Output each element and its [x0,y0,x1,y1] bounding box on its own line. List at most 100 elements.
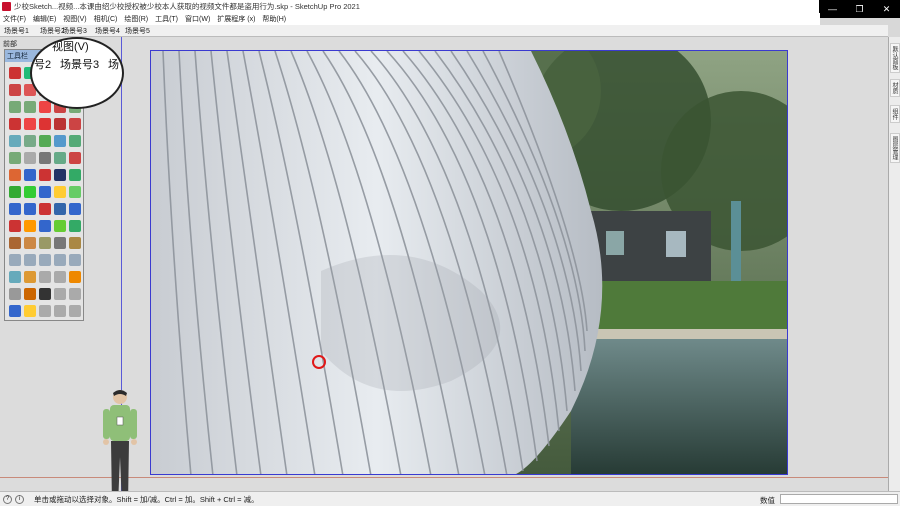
tool-button-icon[interactable] [24,305,36,317]
scale-figure-person [98,387,142,506]
tray-tab-layers[interactable]: 图层管理 [890,133,900,163]
tool-button-icon[interactable] [24,135,36,147]
scene-tabs-bar: 场景号1 场景号2 场景号3 场景号4 场景号5 [0,25,888,37]
tool-button-icon[interactable] [54,271,66,283]
tool-button-icon[interactable] [24,118,36,130]
tool-button-icon[interactable] [9,101,21,113]
scene-tab-3[interactable]: 场景号3 [62,26,87,36]
tray-tab-components[interactable]: 组件 [890,105,900,123]
tool-button-icon[interactable] [39,288,51,300]
magnifier-scene-3: 场景号3 [60,59,100,71]
tool-button-icon[interactable] [39,118,51,130]
tool-button-icon[interactable] [9,220,21,232]
menu-extensions[interactable]: 扩展程序 (x) [217,14,255,24]
tool-button-icon[interactable] [24,254,36,266]
tool-button-icon[interactable] [69,203,81,215]
tool-button-icon[interactable] [9,203,21,215]
tool-button-icon[interactable] [39,237,51,249]
tool-button-icon[interactable] [9,84,21,96]
tool-button-icon[interactable] [54,220,66,232]
tool-button-icon[interactable] [69,186,81,198]
magnifier-scene-partial: 场 [108,59,119,71]
tool-button-icon[interactable] [24,169,36,181]
status-bar: ? i 单击或拖动以选择对象。Shift = 加/减。Ctrl = 加。Shif… [0,491,900,506]
tool-button-icon[interactable] [9,169,21,181]
drawing-viewport[interactable]: 前部 工具栏 视图(V) 号2 场景号3 场 [0,37,888,506]
scene-tab-1[interactable]: 场景号1 [4,26,29,36]
info-icon[interactable]: i [15,494,24,504]
tool-button-icon[interactable] [9,152,21,164]
tool-button-icon[interactable] [39,101,51,113]
tool-button-icon[interactable] [54,254,66,266]
tool-button-icon[interactable] [24,101,36,113]
tool-button-icon[interactable] [39,152,51,164]
tool-button-icon[interactable] [9,186,21,198]
measurements-input[interactable] [780,494,898,504]
tool-button-icon[interactable] [54,305,66,317]
tool-button-icon[interactable] [24,203,36,215]
tray-tab-materials[interactable]: 材质 [890,79,900,97]
tool-button-icon[interactable] [69,288,81,300]
tool-button-icon[interactable] [39,169,51,181]
tool-button-icon[interactable] [39,203,51,215]
tool-button-icon[interactable] [24,152,36,164]
tool-button-icon[interactable] [69,254,81,266]
menu-help[interactable]: 帮助(H) [262,14,286,24]
tool-button-icon[interactable] [54,288,66,300]
menu-view[interactable]: 视图(V) [63,14,86,24]
menu-file[interactable]: 文件(F) [3,14,26,24]
tool-button-icon[interactable] [9,67,21,79]
tool-button-icon[interactable] [54,203,66,215]
menu-window[interactable]: 窗口(W) [185,14,210,24]
tool-button-icon[interactable] [69,152,81,164]
tool-button-icon[interactable] [9,254,21,266]
scene-tab-5[interactable]: 场景号5 [125,26,150,36]
tool-button-icon[interactable] [9,271,21,283]
maximize-button[interactable]: ❐ [846,0,873,18]
tool-button-icon[interactable] [24,220,36,232]
tool-button-icon[interactable] [9,305,21,317]
tool-button-icon[interactable] [54,186,66,198]
tool-button-icon[interactable] [69,220,81,232]
tool-button-icon[interactable] [54,237,66,249]
menu-camera[interactable]: 相机(C) [94,14,118,24]
tray-tab-default[interactable]: 默认面板 [890,43,900,73]
tool-button-icon[interactable] [9,237,21,249]
tool-button-icon[interactable] [39,220,51,232]
menu-bar: 文件(F) 编辑(E) 视图(V) 相机(C) 绘图(R) 工具(T) 窗口(W… [0,13,820,25]
menu-tools[interactable]: 工具(T) [155,14,178,24]
tool-button-icon[interactable] [39,135,51,147]
status-message: 单击或拖动以选择对象。Shift = 加/减。Ctrl = 加。Shift + … [34,494,259,504]
tool-button-icon[interactable] [69,305,81,317]
tool-button-icon[interactable] [39,271,51,283]
tool-button-icon[interactable] [54,118,66,130]
tool-button-icon[interactable] [9,135,21,147]
tool-button-icon[interactable] [54,152,66,164]
tool-button-icon[interactable] [9,288,21,300]
tool-button-icon[interactable] [69,118,81,130]
menu-edit[interactable]: 编辑(E) [33,14,56,24]
tool-button-icon[interactable] [39,305,51,317]
tool-button-icon[interactable] [24,186,36,198]
window-controls: — ❐ ✕ [819,0,900,18]
tool-button-icon[interactable] [24,271,36,283]
menu-draw[interactable]: 绘图(R) [124,14,148,24]
minimize-button[interactable]: — [819,0,846,18]
tool-button-icon[interactable] [54,169,66,181]
tool-button-icon[interactable] [9,118,21,130]
tool-button-icon[interactable] [24,288,36,300]
tool-button-icon[interactable] [39,254,51,266]
scene-tab-4[interactable]: 场景号4 [95,26,120,36]
tool-button-icon[interactable] [69,169,81,181]
sketchup-app-icon [2,2,11,11]
tool-button-icon[interactable] [69,237,81,249]
tool-button-icon[interactable] [54,135,66,147]
tool-button-icon[interactable] [69,135,81,147]
help-icon[interactable]: ? [3,494,12,504]
tool-button-icon[interactable] [39,186,51,198]
magnifier-scene-2: 号2 [34,59,52,71]
imported-photo-sculpture[interactable] [150,50,788,475]
close-button[interactable]: ✕ [873,0,900,18]
tool-button-icon[interactable] [69,271,81,283]
tool-button-icon[interactable] [24,237,36,249]
